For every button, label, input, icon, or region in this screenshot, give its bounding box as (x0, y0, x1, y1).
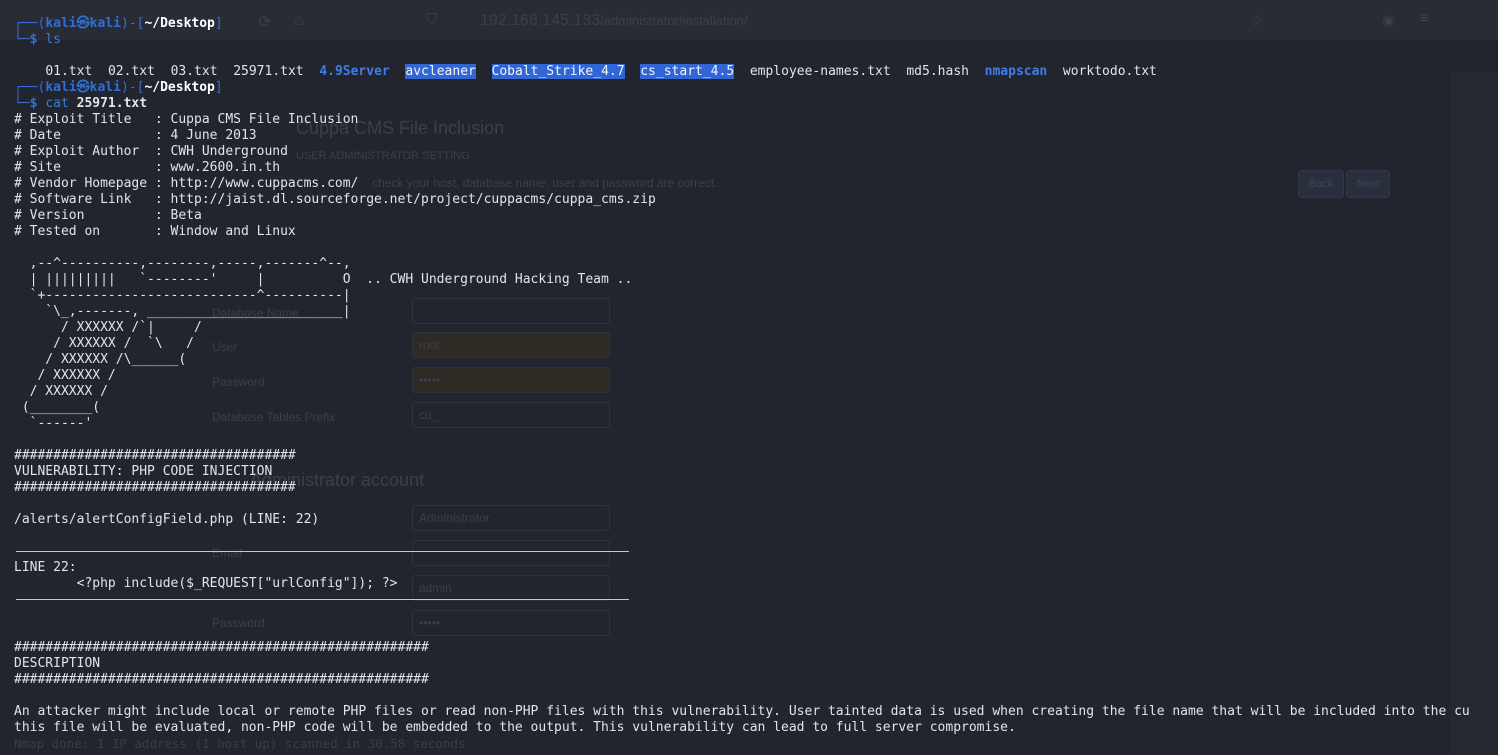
ls-file-entry: employee-names.txt (749, 64, 891, 79)
ls-file-entry: 02.txt (107, 64, 155, 79)
ascii-art-line: / XXXXXX / (14, 368, 116, 383)
ls-file-entry: md5.hash (906, 64, 969, 79)
hash-divider: ########################################… (14, 640, 429, 655)
exploit-header-line: # Vendor Homepage : http://www.cuppacms.… (14, 176, 359, 191)
description-text: this file will be evaluated, non-PHP cod… (14, 720, 1016, 735)
ls-file-entry: worktodo.txt (1062, 64, 1157, 79)
vulnerability-title: VULNERABILITY: PHP CODE INJECTION (14, 464, 273, 479)
hash-divider: #################################### (14, 480, 296, 495)
ascii-art-line: `------' (14, 416, 93, 431)
ls-directory-entry: avcleaner (405, 64, 476, 79)
vulnerable-file-path: /alerts/alertConfigField.php (LINE: 22) (14, 512, 320, 527)
ls-directory-entry: nmapscan (984, 64, 1048, 79)
kali-logo-icon: ㉿ (76, 16, 90, 31)
ls-output: 01.txt 02.txt 03.txt 25971.txt 4.9Server… (14, 48, 1173, 79)
horizontal-rule (16, 551, 629, 552)
terminal-window[interactable]: ┌──(kali㉿kali)-[~/Desktop] └─$ ls 01.txt… (0, 0, 1498, 755)
ascii-art-line: ,--^----------,--------,-----,-------^--… (14, 256, 351, 271)
command-line: └─$ ls (14, 32, 61, 47)
prompt-line: ┌──(kali㉿kali)-[~/Desktop] (14, 16, 223, 31)
ascii-art-line: (________( (14, 400, 101, 415)
prompt-cwd: ~/Desktop (144, 80, 215, 95)
exploit-header-line: # Version : Beta (14, 208, 202, 223)
ls-file-entry: 03.txt (170, 64, 218, 79)
exploit-header-line: # Date : 4 June 2013 (14, 128, 257, 143)
exploit-header-line: # Software Link : http://jaist.dl.source… (14, 192, 656, 207)
prompt-host: kali (89, 16, 121, 31)
exploit-header-line: # Exploit Title : Cuppa CMS File Inclusi… (14, 112, 359, 127)
command-arg: 25971.txt (76, 96, 148, 111)
exploit-header-line: # Site : www.2600.in.th (14, 160, 281, 175)
exploit-header-line: # Exploit Author : CWH Underground (14, 144, 288, 159)
command-text: cat (45, 96, 69, 111)
ascii-art-line: `+---------------------------^----------… (14, 288, 351, 303)
prompt-cwd: ~/Desktop (144, 16, 215, 31)
description-text: An attacker might include local or remot… (14, 704, 1470, 719)
ascii-art-line: / XXXXXX /\______( (14, 352, 187, 367)
ls-file-entry: 25971.txt (233, 64, 304, 79)
ls-directory-entry: Cobalt_Strike_4.7 (491, 64, 625, 79)
hash-divider: ########################################… (14, 672, 429, 687)
ascii-art-line: / XXXXXX / (14, 384, 108, 399)
hash-divider: #################################### (14, 448, 296, 463)
prompt-host: kali (89, 80, 121, 95)
ls-file-entry: 01.txt (45, 64, 93, 79)
command-line: └─$ cat 25971.txt (14, 96, 148, 111)
prompt-line: ┌──(kali㉿kali)-[~/Desktop] (14, 80, 223, 95)
command-text: ls (45, 32, 61, 47)
prompt-user: kali (45, 16, 77, 31)
prompt-user: kali (45, 80, 77, 95)
ascii-art-line: / XXXXXX / `\ / (14, 336, 195, 351)
kali-logo-icon: ㉿ (76, 80, 90, 95)
ls-directory-entry: cs_start_4.5 (640, 64, 735, 79)
description-title: DESCRIPTION (14, 656, 101, 671)
exploit-header-line: # Tested on : Window and Linux (14, 224, 296, 239)
ascii-art-line: / XXXXXX /`| / (14, 320, 202, 335)
horizontal-rule (16, 599, 629, 600)
line-label: LINE 22: (14, 560, 77, 575)
ls-directory-entry: 4.9Server (319, 64, 390, 79)
ascii-art-line: `\_,-------, _________________________| (14, 304, 351, 319)
vulnerable-code: <?php include($_REQUEST["urlConfig"]); ?… (14, 576, 398, 591)
ascii-art-line: | ||||||||| `--------' | O .. CWH Underg… (14, 272, 633, 287)
